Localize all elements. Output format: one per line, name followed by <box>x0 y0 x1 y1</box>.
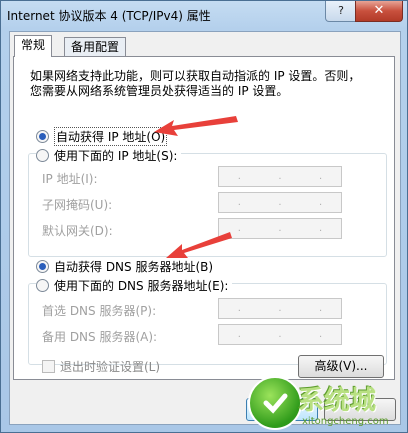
subnet-mask-input[interactable]: ... <box>218 192 342 213</box>
checkbox-box <box>42 360 55 373</box>
default-gateway-label: 默认网关(D): <box>42 224 113 238</box>
description-text: 如果网络支持此功能，则可以获取自动指派的 IP 设置。否则， 您需要从网络系统管… <box>30 69 382 99</box>
close-button[interactable]: ✕ <box>355 1 403 22</box>
alternate-dns-label: 备用 DNS 服务器(A): <box>42 330 158 344</box>
ip-address-input[interactable]: ... <box>218 166 342 187</box>
radio-unchecked-icon <box>36 279 49 292</box>
preferred-dns-input[interactable]: ... <box>218 298 342 319</box>
watermark-logo-icon <box>248 376 302 430</box>
validate-on-exit-label: 退出时验证设置(L) <box>60 360 161 374</box>
red-arrow-annotation <box>154 116 238 136</box>
red-arrow-annotation <box>166 232 232 258</box>
alternate-dns-input[interactable]: ... <box>218 324 342 345</box>
manual-ip-label: 使用下面的 IP 地址(S): <box>54 149 178 163</box>
close-icon: ✕ <box>373 3 385 18</box>
watermark-brand: 系统城 <box>298 386 377 416</box>
general-panel: 如果网络支持此功能，则可以获取自动指派的 IP 设置。否则， 您需要从网络系统管… <box>13 56 395 380</box>
window-title: Internet 协议版本 4 (TCP/IPv4) 属性 <box>7 9 211 23</box>
radio-checked-icon <box>36 130 49 143</box>
description-line-1: 如果网络支持此功能，则可以获取自动指派的 IP 设置。否则， <box>30 69 361 83</box>
tab-alternate-config[interactable]: 备用配置 <box>64 37 127 57</box>
description-line-2: 您需要从网络系统管理员处获得适当的 IP 设置。 <box>30 84 289 98</box>
advanced-button[interactable]: 高级(V)... <box>298 355 384 378</box>
watermark-url: xitongcheng.com <box>302 416 389 427</box>
manual-dns-radio[interactable]: 使用下面的 DNS 服务器地址(E): <box>36 277 233 294</box>
subnet-mask-label: 子网掩码(U): <box>42 198 113 212</box>
tab-general[interactable]: 常规 <box>14 35 53 57</box>
preferred-dns-label: 首选 DNS 服务器(P): <box>42 304 157 318</box>
default-gateway-input[interactable]: ... <box>218 218 342 239</box>
ip-address-label: IP 地址(I): <box>42 172 98 186</box>
dialog-window: Internet 协议版本 4 (TCP/IPv4) 属性 ? ✕ 常规 备用配… <box>0 0 408 433</box>
validate-on-exit-checkbox[interactable]: 退出时验证设置(L) <box>42 358 160 375</box>
manual-dns-label: 使用下面的 DNS 服务器地址(E): <box>54 279 229 293</box>
manual-ip-radio[interactable]: 使用下面的 IP 地址(S): <box>36 147 182 164</box>
radio-checked-icon <box>36 260 49 273</box>
help-icon: ? <box>338 4 344 17</box>
auto-ip-radio[interactable]: 自动获得 IP 地址(O) <box>36 127 168 146</box>
checkmark-icon <box>263 393 288 414</box>
help-button[interactable]: ? <box>325 1 357 22</box>
radio-unchecked-icon <box>36 149 49 162</box>
